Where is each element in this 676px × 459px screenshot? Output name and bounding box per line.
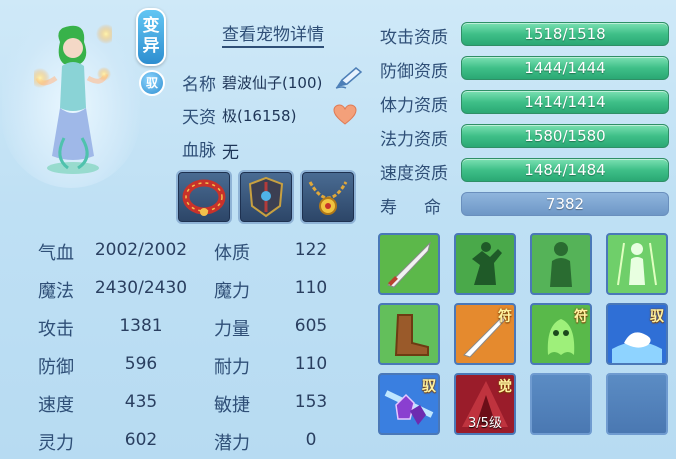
stat-value: 2002/2002: [94, 240, 188, 260]
skill-slot[interactable]: 驭: [606, 303, 668, 365]
stat-label: 气血: [38, 243, 74, 264]
skill-slot[interactable]: [530, 233, 592, 295]
aptitude-bar: 1580/1580: [461, 124, 669, 148]
stat-value: 1381: [119, 316, 163, 336]
stat-value: 2430/2430: [94, 278, 188, 298]
pet-name-value: 碧波仙子(100): [222, 74, 323, 92]
stat-label: 魔力: [214, 281, 250, 302]
stat-label: 力量: [214, 319, 250, 340]
bloodline-value: 无: [222, 143, 239, 163]
aptitude-label: 法力资质: [380, 130, 448, 150]
stat-value: 596: [124, 354, 158, 374]
view-pet-details-link[interactable]: 查看宠物详情: [222, 20, 324, 48]
skill-slot[interactable]: 符: [530, 303, 592, 365]
aptitude-bar: 1444/1444: [461, 56, 669, 80]
equipment-slot-collar[interactable]: [176, 170, 232, 224]
boot-icon: [380, 305, 438, 363]
empty-skill-slot[interactable]: [606, 373, 668, 435]
heart-icon[interactable]: [333, 104, 357, 126]
bloodline-label: 血脉: [182, 141, 216, 161]
skill-slot[interactable]: [454, 233, 516, 295]
bond-badge[interactable]: 驭: [139, 70, 165, 96]
stat-label: 魔法: [38, 281, 74, 302]
aptitude-bar: 1484/1484: [461, 158, 669, 182]
green-silhouette-icon: [532, 235, 590, 293]
aptitude-label: 攻击资质: [380, 28, 448, 48]
variant-badge: 变异: [136, 8, 166, 66]
stat-label: 敏捷: [214, 395, 250, 416]
skill-tag-badge: 驭: [650, 309, 664, 325]
aptitude-value: 1414/1414: [524, 93, 606, 111]
skill-tag-badge: 觉: [498, 379, 512, 395]
aptitude-label: 速度资质: [380, 164, 448, 184]
skill-slot[interactable]: [378, 233, 440, 295]
stat-label: 速度: [38, 395, 74, 416]
green-aura-icon: [608, 235, 666, 293]
stat-value: 605: [294, 316, 328, 336]
sword-strike-icon: [380, 235, 438, 293]
stat-label: 攻击: [38, 319, 74, 340]
stat-value: 602: [124, 430, 158, 450]
stat-label: 耐力: [214, 357, 250, 378]
equipment-slot-necklace[interactable]: [300, 170, 356, 224]
stat-value: 110: [294, 278, 328, 298]
skill-slot[interactable]: 驭: [378, 373, 440, 435]
skill-slot[interactable]: [378, 303, 440, 365]
skill-tag-badge: 驭: [422, 379, 436, 395]
aptitude-label: 防御资质: [380, 62, 448, 82]
aptitude-value: 1518/1518: [524, 25, 606, 43]
stat-label: 灵力: [38, 433, 74, 454]
stat-value: 110: [294, 354, 328, 374]
rename-pencil-icon[interactable]: [334, 66, 364, 90]
equipment-slot-armor[interactable]: [238, 170, 294, 224]
aptitude-bar: 1414/1414: [461, 90, 669, 114]
stat-value: 435: [124, 392, 158, 412]
aptitude-label: 体力资质: [380, 96, 448, 116]
stat-value: 0: [305, 430, 317, 450]
lifespan-label-a: 寿: [380, 198, 397, 218]
lifespan-bar: 7382: [461, 192, 669, 216]
stat-label: 防御: [38, 357, 74, 378]
empty-skill-slot[interactable]: [530, 373, 592, 435]
skill-slot[interactable]: [606, 233, 668, 295]
skill-slot[interactable]: 符: [454, 303, 516, 365]
stat-label: 体质: [214, 243, 250, 264]
skill-tag-badge: 符: [498, 309, 512, 325]
lifespan-label-b: 命: [424, 198, 441, 218]
talent-value: 极(16158): [222, 107, 297, 125]
skill-slot[interactable]: 觉 3/5级: [454, 373, 516, 435]
gold-necklace-icon: [308, 181, 348, 215]
aptitude-value: 1580/1580: [524, 127, 606, 145]
skill-tag-badge: 符: [574, 309, 588, 325]
pet-figure-icon: [34, 24, 112, 174]
armor-icon: [248, 176, 284, 218]
stat-value: 153: [294, 392, 328, 412]
skill-level-text: 3/5级: [468, 416, 502, 431]
red-collar-icon: [182, 179, 226, 216]
name-label: 名称: [182, 75, 216, 95]
talent-label: 天资: [182, 108, 216, 128]
aptitude-value: 1484/1484: [524, 161, 606, 179]
stat-value: 122: [294, 240, 328, 260]
aptitude-value: 1444/1444: [524, 59, 606, 77]
stat-label: 潜力: [214, 433, 250, 454]
shadow-fighter-icon: [456, 235, 514, 293]
lifespan-value: 7382: [545, 195, 585, 213]
aptitude-bar: 1518/1518: [461, 22, 669, 46]
